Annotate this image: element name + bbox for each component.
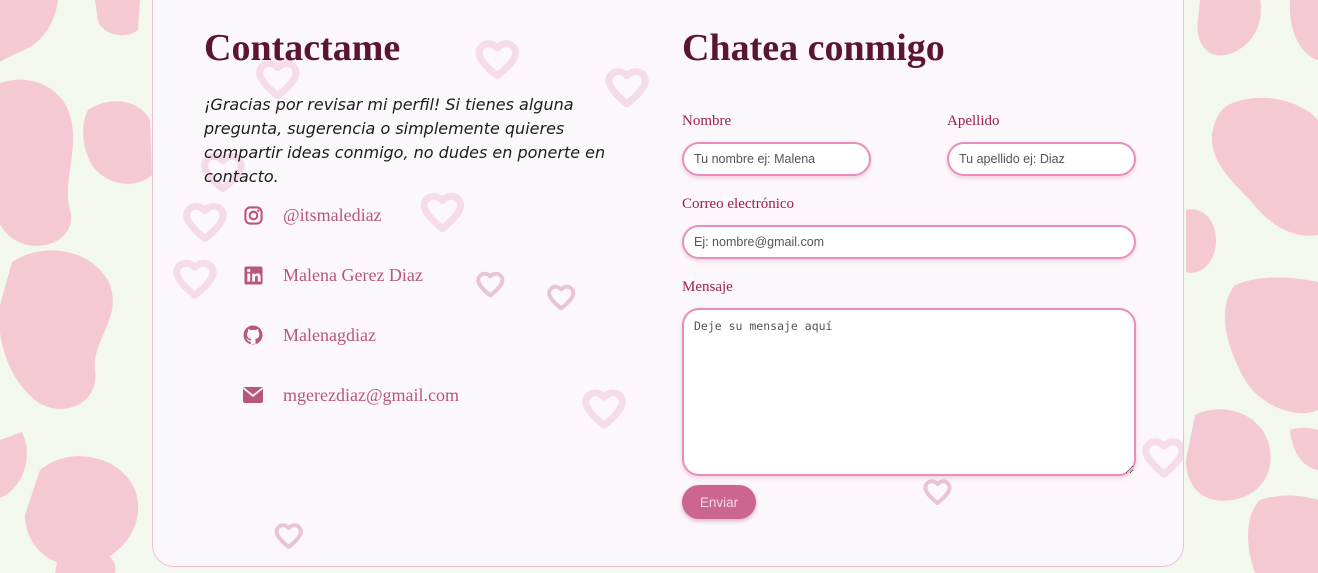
content-card: Contactame ¡Gracias por revisar mi perfi… <box>152 0 1184 567</box>
contact-title: Contactame <box>204 27 401 69</box>
email-link[interactable]: mgerezdiaz@gmail.com <box>243 380 459 410</box>
instagram-icon <box>243 205 263 225</box>
nombre-input[interactable] <box>682 142 871 176</box>
chat-title: Chatea conmigo <box>682 27 945 69</box>
contact-intro: ¡Gracias por revisar mi perfil! Si tiene… <box>204 95 606 186</box>
instagram-link[interactable]: @itsmalediaz <box>243 200 382 230</box>
nombre-label: Nombre <box>682 113 732 129</box>
apellido-label: Apellido <box>947 113 1000 129</box>
linkedin-link[interactable]: Malena Gerez Diaz <box>243 260 423 290</box>
email-address: mgerezdiaz@gmail.com <box>283 384 460 405</box>
linkedin-icon <box>243 265 263 285</box>
enviar-button[interactable]: Enviar <box>682 485 756 519</box>
instagram-handle: @itsmalediaz <box>283 204 382 225</box>
mensaje-textarea[interactable] <box>682 308 1136 476</box>
github-link[interactable]: Malenagdiaz <box>243 320 376 350</box>
envelope-icon <box>243 385 263 405</box>
github-icon <box>243 325 263 345</box>
linkedin-name: Malena Gerez Diaz <box>283 264 423 285</box>
mensaje-label: Mensaje <box>682 279 733 295</box>
github-username: Malenagdiaz <box>283 324 376 345</box>
correo-label: Correo electrónico <box>682 196 795 212</box>
apellido-input[interactable] <box>947 142 1136 176</box>
correo-input[interactable] <box>682 225 1136 259</box>
